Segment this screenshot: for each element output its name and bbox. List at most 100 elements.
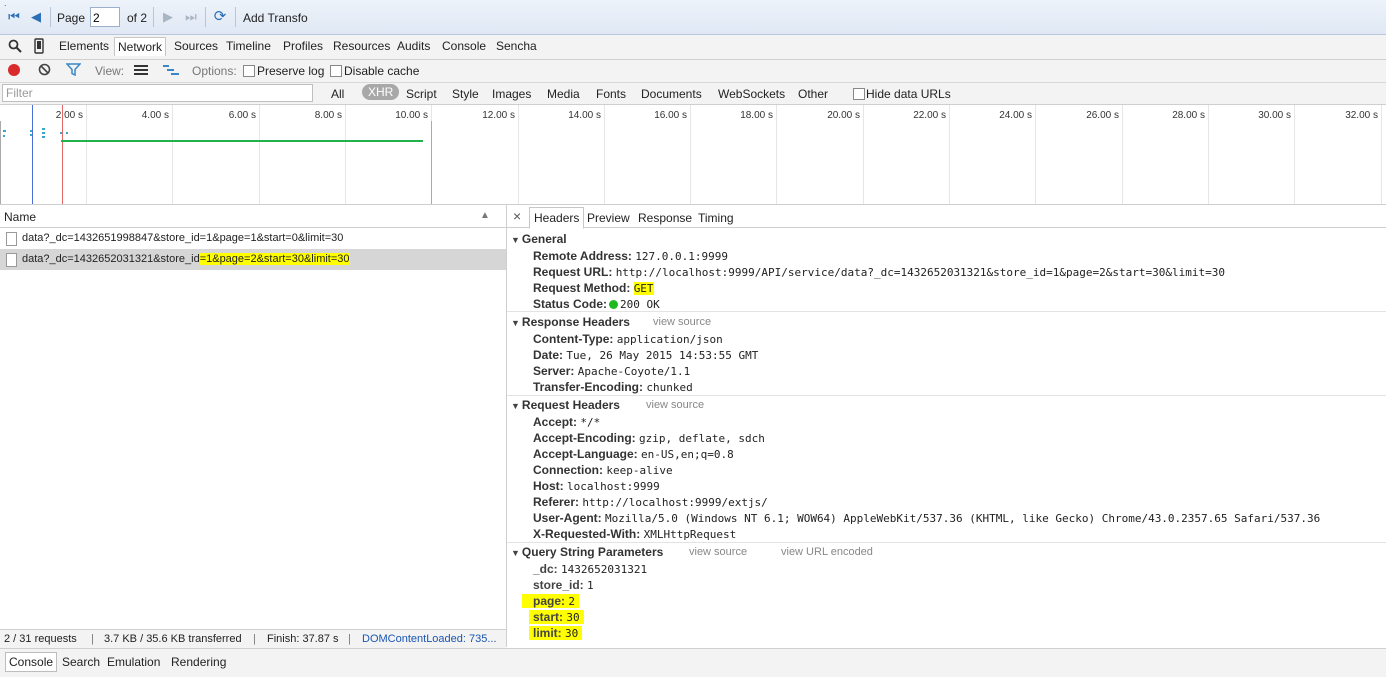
tab-audits[interactable]: Audits <box>397 39 430 53</box>
timeline-gridline <box>1035 105 1036 204</box>
response-headers-section-header[interactable]: ▼ Response Headers <box>511 315 630 329</box>
drawer-tab-search[interactable]: Search <box>62 655 100 669</box>
tab-resources[interactable]: Resources <box>333 39 390 53</box>
inspect-search-icon[interactable] <box>8 39 22 56</box>
filter-type-style[interactable]: Style <box>452 87 479 101</box>
page-number-input[interactable] <box>90 7 120 27</box>
timeline-tick-label: 32.00 s <box>1345 110 1378 121</box>
request-name-highlighted: =1&page=2&start=30&limit=30 <box>199 253 350 265</box>
sort-ascending-icon[interactable]: ▲ <box>480 210 490 221</box>
preserve-log-checkbox[interactable] <box>243 65 255 77</box>
query-param-row: _dc: 1432652031321 <box>533 562 647 576</box>
request-bar <box>66 132 68 134</box>
filter-input[interactable] <box>2 84 313 102</box>
header-key: Referer: <box>533 495 580 509</box>
request-headers-section-header[interactable]: ▼ Request Headers <box>511 398 620 412</box>
response-headers-title: Response Headers <box>521 315 630 329</box>
record-icon[interactable] <box>8 64 20 76</box>
requests-panel: Name ▲ data?_dc=1432651998847&store_id=1… <box>0 205 507 648</box>
timeline-tick-label: 22.00 s <box>913 110 946 121</box>
tab-elements[interactable]: Elements <box>59 39 109 53</box>
view-label: View: <box>95 64 125 78</box>
header-value: en-US,en;q=0.8 <box>641 448 734 461</box>
first-page-icon[interactable]: ⏮ <box>6 9 22 25</box>
refresh-icon[interactable]: ⟳ <box>212 9 228 25</box>
tab-network[interactable]: Network <box>114 37 167 56</box>
tab-timing[interactable]: Timing <box>698 211 734 225</box>
timeline-tick-label: 28.00 s <box>1172 110 1205 121</box>
tab-console[interactable]: Console <box>442 39 486 53</box>
overview-window-edge[interactable] <box>0 121 1 204</box>
timeline-tick-label: 2.00 s <box>55 110 83 121</box>
filter-funnel-icon[interactable] <box>65 63 82 79</box>
timeline-overview[interactable]: 2.00 s 4.00 s 6.00 s 8.00 s 10.00 s 12.00 s 14… <box>0 105 1386 205</box>
query-param-row-highlighted: page: 2 <box>522 594 579 608</box>
view-url-encoded-link[interactable]: view URL encoded <box>781 546 873 558</box>
clear-icon[interactable] <box>38 63 51 79</box>
close-icon[interactable]: × <box>513 208 521 224</box>
query-param-row-highlighted: limit: 30 <box>529 626 583 640</box>
header-key: Request URL: <box>533 265 613 279</box>
overview-window-edge[interactable] <box>431 121 432 204</box>
request-row[interactable]: data?_dc=1432651998847&store_id=1&page=1… <box>0 228 506 249</box>
expand-triangle-icon: ▼ <box>511 235 520 245</box>
disable-cache-checkbox[interactable] <box>330 65 342 77</box>
header-key: X-Requested-With: <box>533 527 641 541</box>
drawer-tabbar: Console Search Emulation Rendering <box>0 648 1386 677</box>
tab-sources[interactable]: Sources <box>174 39 218 53</box>
request-details-panel: × Headers Preview Response Timing ▼ Gener… <box>507 205 1386 647</box>
tab-headers[interactable]: Headers <box>529 207 585 229</box>
drawer-tab-rendering[interactable]: Rendering <box>171 655 226 669</box>
drawer-tab-console[interactable]: Console <box>5 652 58 672</box>
next-page-icon[interactable]: ▶ <box>160 9 176 25</box>
network-toolbar: View: Options: Preserve log Disable cach… <box>0 60 1386 83</box>
tab-response[interactable]: Response <box>638 211 692 225</box>
timeline-tick-label: 20.00 s <box>827 110 860 121</box>
header-key: Host: <box>533 479 564 493</box>
prev-page-icon[interactable]: ◀ <box>28 9 44 25</box>
filter-type-images[interactable]: Images <box>492 87 531 101</box>
hide-data-urls-checkbox[interactable] <box>853 88 865 100</box>
large-rows-icon[interactable] <box>134 65 148 79</box>
clipped-text: . <box>4 0 7 8</box>
query-params-section-header[interactable]: ▼ Query String Parameters <box>511 545 663 559</box>
param-key: store_id: <box>533 578 584 592</box>
name-column-header[interactable]: Name ▲ <box>0 205 506 228</box>
request-headers-title: Request Headers <box>521 398 620 412</box>
response-view-source-link[interactable]: view source <box>653 316 711 328</box>
filter-type-websockets[interactable]: WebSockets <box>718 87 785 101</box>
general-section-header[interactable]: ▼ General <box>511 232 567 246</box>
separator: | <box>91 633 94 645</box>
divider <box>507 542 1386 543</box>
timeline-gridline <box>1381 105 1382 204</box>
timeline-gridline <box>259 105 260 204</box>
tab-sencha[interactable]: Sencha <box>496 39 537 53</box>
tab-timeline[interactable]: Timeline <box>226 39 271 53</box>
timeline-gridline <box>604 105 605 204</box>
filter-type-script[interactable]: Script <box>406 87 437 101</box>
separator <box>50 7 51 27</box>
status-ok-icon <box>609 300 619 310</box>
filter-type-documents[interactable]: Documents <box>641 87 702 101</box>
add-transfo-button[interactable]: Add Transfo <box>243 11 308 25</box>
request-row-selected[interactable]: data?_dc=1432652031321&store_id=1&page=2… <box>0 249 506 270</box>
separator: | <box>348 633 351 645</box>
last-page-icon[interactable]: ⏭ <box>183 9 199 25</box>
waterfall-overview-icon[interactable] <box>163 65 179 79</box>
filter-type-media[interactable]: Media <box>547 87 580 101</box>
filter-type-all[interactable]: All <box>331 87 344 101</box>
filter-type-fonts[interactable]: Fonts <box>596 87 626 101</box>
filter-type-other[interactable]: Other <box>798 87 828 101</box>
separator <box>205 7 206 27</box>
request-view-source-link[interactable]: view source <box>646 399 704 411</box>
device-mode-icon[interactable] <box>34 38 44 57</box>
drawer-tab-emulation[interactable]: Emulation <box>107 655 160 669</box>
devtools-tabbar: Elements Network Sources Timeline Profil… <box>0 35 1386 60</box>
header-value: 127.0.0.1:9999 <box>635 250 728 263</box>
request-bar <box>3 130 6 132</box>
tab-profiles[interactable]: Profiles <box>283 39 323 53</box>
query-view-source-link[interactable]: view source <box>689 546 747 558</box>
tab-preview[interactable]: Preview <box>587 211 630 225</box>
header-key: Accept-Language: <box>533 447 638 461</box>
filter-type-xhr[interactable]: XHR <box>362 84 400 100</box>
